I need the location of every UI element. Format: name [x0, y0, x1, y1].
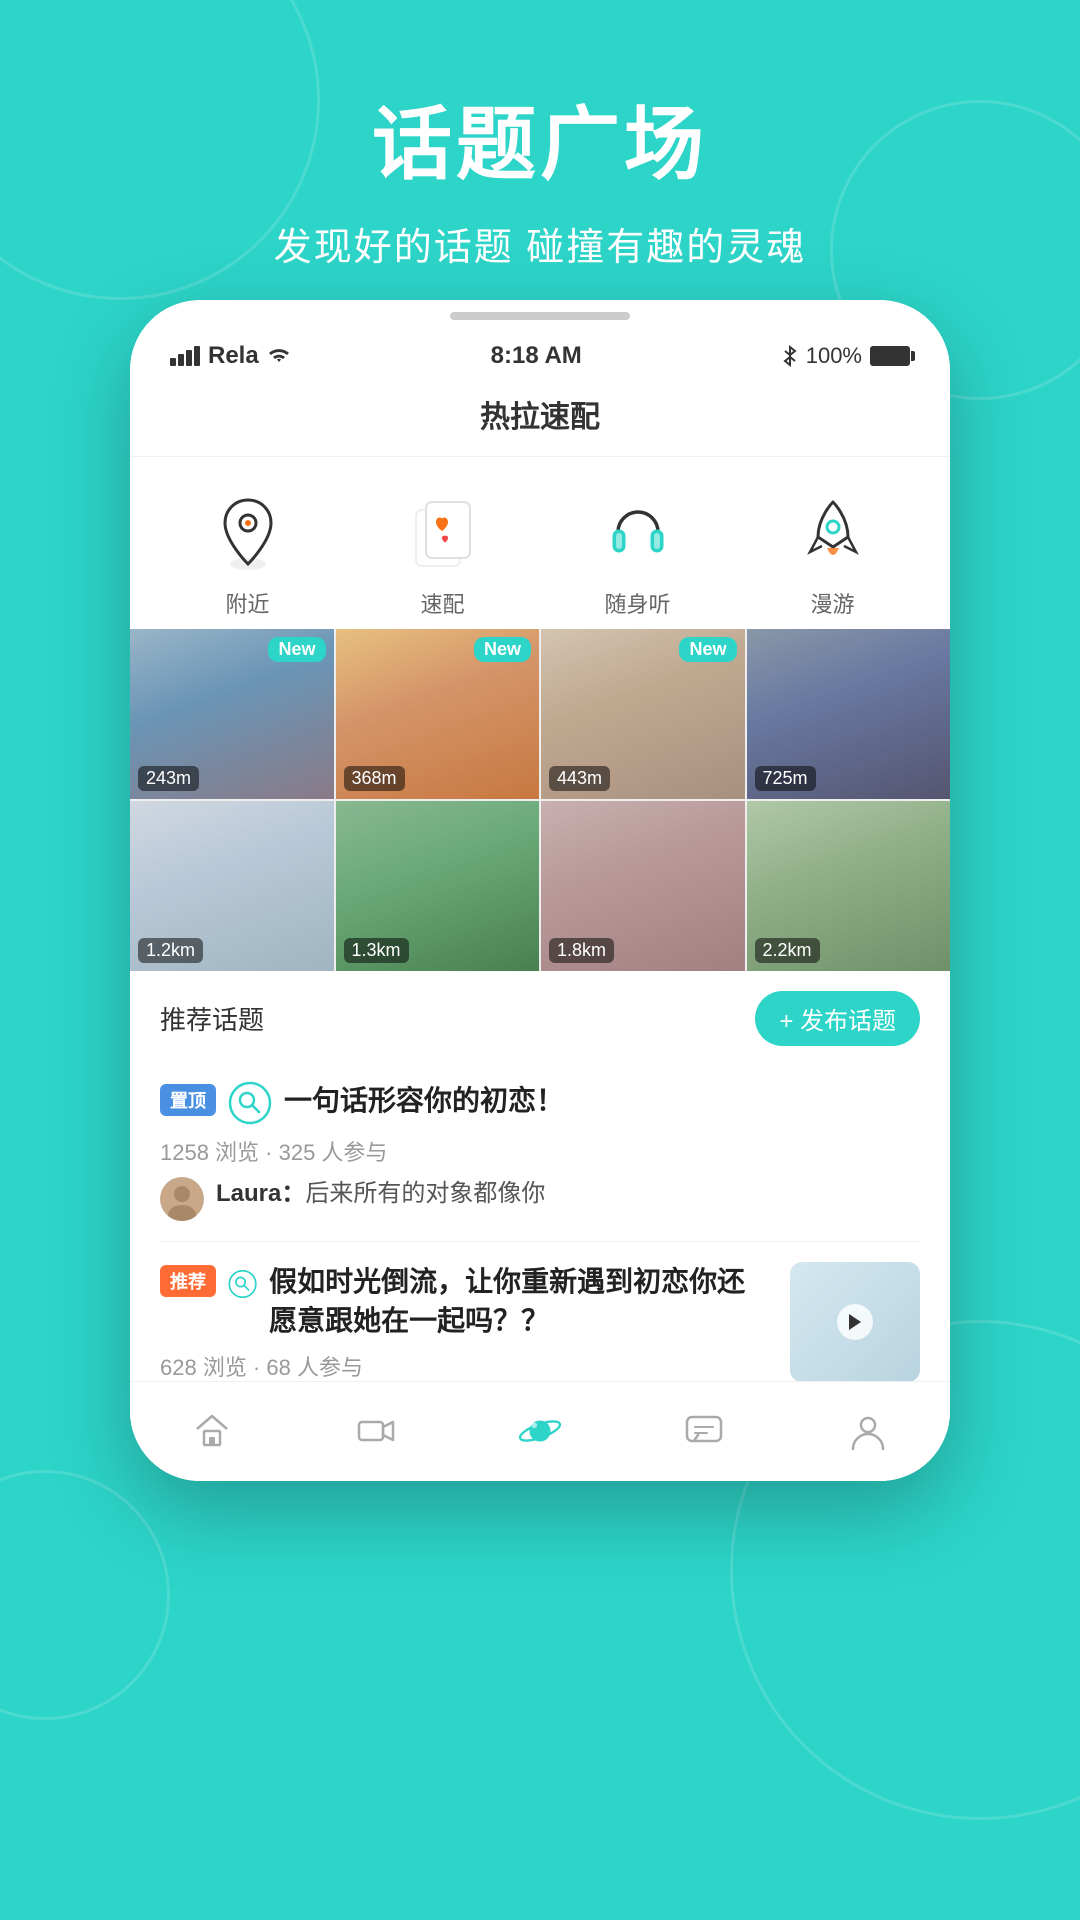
- bottom-nav-profile[interactable]: [826, 1399, 910, 1463]
- nearby-icon: [203, 487, 293, 577]
- photo-cell-5[interactable]: 1.2km: [130, 801, 334, 971]
- comment-text-1: Laura：后来所有的对象都像你: [216, 1177, 545, 1211]
- home-icon: [190, 1409, 234, 1453]
- new-badge-1: New: [268, 637, 325, 662]
- signal-bar-2: [178, 354, 184, 366]
- photo-grid: New 243m New 368m New 443m 725m 1.2km 1.…: [130, 629, 950, 971]
- nearby-label: 附近: [225, 587, 269, 619]
- photo-cell-8[interactable]: 2.2km: [747, 801, 951, 971]
- bottom-nav-home[interactable]: [170, 1399, 254, 1463]
- topic-1-stats: 1258 浏览 · 325 人参与: [160, 1135, 920, 1167]
- nav-item-speed-match[interactable]: 速配: [398, 487, 488, 619]
- profile-icon: [846, 1409, 890, 1453]
- bluetooth-icon: [782, 345, 798, 367]
- new-badge-2: New: [474, 637, 531, 662]
- bottom-nav-planet[interactable]: [498, 1399, 582, 1463]
- avatar-laura: [160, 1177, 204, 1221]
- photo-cell-6[interactable]: 1.3km: [336, 801, 540, 971]
- distance-8: 2.2km: [755, 938, 820, 963]
- listen-label: 随身听: [604, 587, 670, 619]
- photo-cell-2[interactable]: New 368m: [336, 629, 540, 799]
- publish-topic-button[interactable]: + 发布话题: [755, 991, 920, 1046]
- signal-bar-1: [170, 358, 176, 366]
- nav-item-listen[interactable]: 随身听: [593, 487, 683, 619]
- topic-2-title: 假如时光倒流，让你重新遇到初恋你还愿意跟她在一起吗？？: [269, 1262, 770, 1340]
- roam-label: 漫游: [810, 587, 854, 619]
- recommended-badge: 推荐: [160, 1265, 216, 1297]
- nav-item-nearby[interactable]: 附近: [203, 487, 293, 619]
- chat-icon: [682, 1409, 726, 1453]
- topic-icon-1: [228, 1081, 272, 1125]
- distance-6: 1.3km: [344, 938, 409, 963]
- listen-icon: [593, 487, 683, 577]
- planet-icon: [518, 1409, 562, 1453]
- distance-5: 1.2km: [138, 938, 203, 963]
- topic-2-header: 推荐 假如时光倒流，让你重新遇到初恋你还愿意跟她在一起吗？？: [160, 1262, 770, 1340]
- distance-4: 725m: [755, 766, 816, 791]
- signal-bar-3: [186, 350, 192, 366]
- pinned-badge: 置顶: [160, 1084, 216, 1116]
- phone-mockup: Rela 8:18 AM 100% 热拉速配: [130, 300, 950, 1481]
- distance-7: 1.8km: [549, 938, 614, 963]
- topic-1-header: 置顶 一句话形容你的初恋！: [160, 1081, 920, 1125]
- signal-bars: [170, 346, 200, 366]
- bottom-nav-chat[interactable]: [662, 1399, 746, 1463]
- speed-match-icon: [398, 487, 488, 577]
- topic-item-1[interactable]: 置顶 一句话形容你的初恋！ 1258 浏览 · 325 人参与: [160, 1061, 920, 1242]
- video-icon: [354, 1409, 398, 1453]
- bottom-navigation: [130, 1381, 950, 1481]
- header-section: 话题广场 发现好的话题 碰撞有趣的灵魂: [0, 0, 1080, 311]
- page-title: 话题广场: [0, 80, 1080, 196]
- topic-icon-2: [228, 1262, 257, 1306]
- carrier-name: Rela: [208, 342, 259, 370]
- battery-icon: [870, 346, 910, 366]
- page-subtitle: 发现好的话题 碰撞有趣的灵魂: [0, 216, 1080, 271]
- nav-item-roam[interactable]: 漫游: [788, 487, 878, 619]
- play-button[interactable]: [837, 1304, 873, 1340]
- speed-match-label: 速配: [420, 587, 464, 619]
- topic-1-comment: Laura：后来所有的对象都像你: [160, 1177, 920, 1221]
- photo-cell-4[interactable]: 725m: [747, 629, 951, 799]
- signal-bar-4: [194, 346, 200, 366]
- distance-3: 443m: [549, 766, 610, 791]
- distance-1: 243m: [138, 766, 199, 791]
- topic-2-thumbnail[interactable]: [790, 1262, 920, 1382]
- status-left: Rela: [170, 342, 291, 370]
- topic-1-title: 一句话形容你的初恋！: [284, 1081, 564, 1120]
- topic-2-stats: 628 浏览 · 68 人参与: [160, 1350, 770, 1382]
- screen-title: 热拉速配: [130, 382, 950, 457]
- topics-header: 推荐话题 + 发布话题: [160, 971, 920, 1061]
- distance-2: 368m: [344, 766, 405, 791]
- play-icon: [846, 1312, 864, 1332]
- topics-section-title: 推荐话题: [160, 1000, 264, 1037]
- commenter-name-1: Laura：: [216, 1180, 305, 1207]
- new-badge-3: New: [679, 637, 736, 662]
- phone-notch: [450, 312, 630, 320]
- status-bar: Rela 8:18 AM 100%: [130, 324, 950, 382]
- feature-nav: 附近 速配: [130, 457, 950, 629]
- photo-cell-1[interactable]: New 243m: [130, 629, 334, 799]
- battery-percent: 100%: [806, 343, 862, 369]
- photo-cell-7[interactable]: 1.8km: [541, 801, 745, 971]
- bottom-nav-video[interactable]: [334, 1399, 418, 1463]
- status-right: 100%: [782, 343, 910, 369]
- roam-icon: [788, 487, 878, 577]
- wifi-icon: [267, 346, 291, 366]
- photo-cell-3[interactable]: New 443m: [541, 629, 745, 799]
- status-time: 8:18 AM: [491, 342, 582, 370]
